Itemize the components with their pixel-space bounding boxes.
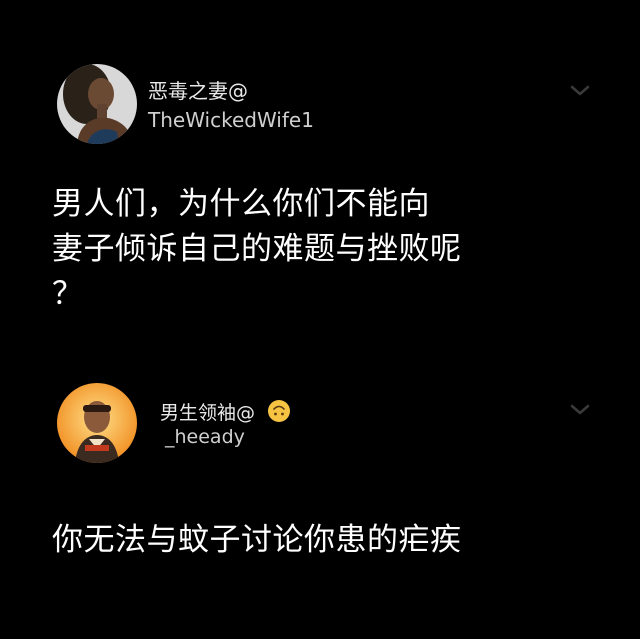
user-handle[interactable]: TheWickedWife1 [148,108,314,132]
tweet-text-line: 妻子倾诉自己的难题与挫败呢 [52,231,462,267]
user-handle[interactable]: _heeady [165,426,245,448]
user-avatar-photo-icon [57,383,137,463]
tweet-text-line: ？ [52,276,84,312]
tweet-text-line: 男人们，为什么你们不能向 [52,186,430,222]
chevron-down-icon[interactable] [568,83,592,99]
avatar[interactable] [57,383,137,463]
avatar[interactable] [57,64,137,144]
user-avatar-photo-icon [57,64,137,144]
tweet-text: 你无法与蚊子讨论你患的疟疾 [52,518,532,563]
upside-down-face-emoji-icon [267,399,291,423]
display-name-text: 男生领袖@ [160,402,256,424]
display-name[interactable]: 恶毒之妻@ [148,75,248,104]
tweet-text: 男人们，为什么你们不能向 妻子倾诉自己的难题与挫败呢 ？ [52,182,492,317]
tweet-text-line: 你无法与蚊子讨论你患的疟疾 [52,522,462,558]
display-name[interactable]: 男生领袖@ [160,398,291,425]
tweet-card[interactable]: 恶毒之妻@ TheWickedWife1 男人们，为什么你们不能向 妻子倾诉自己… [0,0,640,330]
chevron-down-icon[interactable] [568,402,592,418]
tweet-card[interactable]: 男生领袖@ _heeady 你无法与蚊子讨论你患的疟疾 [0,370,640,639]
